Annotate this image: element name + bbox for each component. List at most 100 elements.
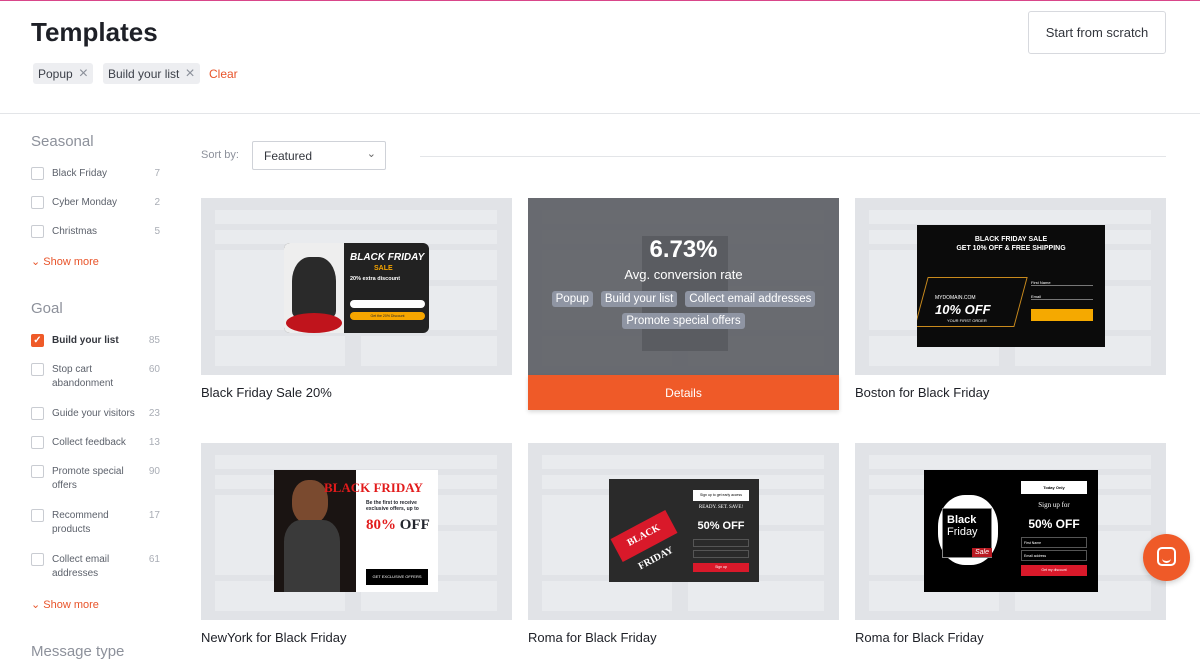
popup-text: Sign up to get early access	[693, 490, 749, 501]
popup-text: Be the first to receive exclusive offers…	[366, 500, 419, 512]
sort-select[interactable]: Featured ⌄	[252, 141, 386, 170]
filter-count: 2	[154, 197, 160, 208]
filter-promote-special-offers[interactable]: Promote special offers 90	[31, 465, 160, 493]
checkbox[interactable]	[31, 225, 44, 238]
filter-guide-your-visitors[interactable]: Guide your visitors 23	[31, 407, 160, 421]
template-thumbnail[interactable]: BLACK FRIDAY SALE 20% extra discount Get…	[201, 198, 512, 375]
chevron-down-icon: ⌄	[31, 256, 44, 268]
filter-count: 60	[148, 364, 160, 375]
filter-label: Cyber Monday	[52, 197, 118, 208]
popup-headline: BLACK FRIDAY	[324, 480, 423, 495]
template-thumbnail[interactable]: BLACK FRIDAY Be the first to receive exc…	[201, 443, 512, 620]
show-more-goal[interactable]: ⌄ Show more	[31, 598, 99, 611]
template-thumbnail[interactable]: BLACK FRIDAY Sign up to get early access…	[528, 443, 839, 620]
filter-count: 5	[154, 226, 160, 237]
filter-cyber-monday[interactable]: Cyber Monday 2	[31, 196, 160, 210]
popup-text: Black	[947, 514, 977, 526]
popup-cta: Sign up	[693, 563, 749, 572]
clear-filters-link[interactable]: Clear	[209, 67, 238, 81]
details-button[interactable]: Details	[528, 375, 839, 410]
filter-label: Guide your visitors	[52, 408, 135, 419]
template-title[interactable]: Boston for Black Friday	[855, 385, 989, 400]
chat-launcher-button[interactable]	[1143, 534, 1190, 581]
popup-preview: BLACK FRIDAY SALE GET 10% OFF & FREE SHI…	[917, 225, 1105, 347]
popup-domain: MYDOMAIN.COM	[935, 295, 976, 301]
filter-collect-feedback[interactable]: Collect feedback 13	[31, 436, 160, 450]
filter-label: Build your list	[52, 335, 119, 346]
filter-stop-cart-abandonment[interactable]: Stop cart abandonment 60	[31, 363, 160, 391]
filter-build-your-list[interactable]: ✓ Build your list 85	[31, 334, 160, 348]
filter-black-friday[interactable]: Black Friday 7	[31, 167, 160, 181]
sort-value: Featured	[264, 149, 313, 163]
skeleton-block	[215, 455, 497, 469]
template-title[interactable]: NewYork for Black Friday	[201, 630, 346, 645]
filter-count: 13	[148, 437, 160, 448]
filter-count: 90	[148, 466, 160, 477]
checkbox[interactable]	[31, 363, 44, 376]
chip-label: Build your list	[108, 66, 180, 81]
popup-preview: BLACK FRIDAY Be the first to receive exc…	[274, 470, 438, 592]
tag: Popup	[551, 291, 593, 307]
show-more-label: Show more	[43, 599, 99, 611]
sort-label: Sort by:	[201, 149, 239, 161]
filter-count: 23	[148, 408, 160, 419]
conversion-rate: 6.73%	[649, 236, 718, 263]
conversion-rate-label: Avg. conversion rate	[624, 267, 743, 282]
checkbox-checked[interactable]: ✓	[31, 334, 44, 347]
checkbox[interactable]	[31, 167, 44, 180]
template-hover-overlay[interactable]: 6.73% Avg. conversion rate Popup Build y…	[528, 198, 839, 375]
chevron-down-icon: ⌄	[31, 599, 44, 611]
filter-count: 85	[148, 335, 160, 346]
popup-offer: 50% OFF	[697, 520, 745, 532]
checkbox[interactable]	[31, 509, 44, 522]
popup-offer: 10% OFF	[935, 302, 991, 317]
filter-label: Stop cart abandonment	[52, 364, 114, 389]
checkbox[interactable]	[31, 407, 44, 420]
popup-subhead: Sign up for	[1038, 501, 1070, 509]
section-title-message-type: Message type	[31, 643, 125, 660]
filter-label: Christmas	[52, 226, 98, 237]
popup-subhead: READY. SET. SAVE!	[698, 505, 744, 510]
popup-text: Friday	[947, 526, 978, 538]
template-title[interactable]: Black Friday Sale 20%	[201, 385, 332, 400]
checkbox[interactable]	[31, 465, 44, 478]
tag: Promote special offers	[622, 313, 745, 329]
filter-chip-popup: Popup ×	[33, 63, 94, 84]
start-from-scratch-button[interactable]: Start from scratch	[1028, 11, 1166, 54]
filter-count: 17	[148, 510, 160, 521]
checkbox[interactable]	[31, 196, 44, 209]
template-thumbnail[interactable]: Black Friday Sale Today Only Sign up for…	[855, 443, 1166, 620]
popup-preview: BLACK FRIDAY Sign up to get early access…	[609, 479, 759, 582]
skeleton-block	[869, 210, 1151, 224]
skeleton-block	[215, 336, 345, 366]
popup-text: YOUR FIRST ORDER	[947, 318, 987, 323]
header-divider	[0, 113, 1200, 114]
filter-label: Promote special offers	[52, 466, 124, 491]
skeleton-block	[542, 455, 824, 469]
template-title[interactable]: Roma for Black Friday	[855, 630, 984, 645]
popup-tag: Sale	[972, 548, 993, 557]
popup-subhead: SALE	[374, 265, 393, 272]
close-icon[interactable]: ×	[79, 65, 88, 81]
close-icon[interactable]: ×	[185, 65, 194, 81]
divider	[420, 156, 1166, 157]
filter-label: Collect email addresses	[52, 554, 110, 579]
checkbox[interactable]	[31, 436, 44, 449]
tag: Build your list	[600, 291, 678, 307]
popup-cta: GET EXCLUSIVE OFFERS	[366, 569, 428, 585]
checkbox[interactable]	[31, 553, 44, 566]
filter-christmas[interactable]: Christmas 5	[31, 225, 160, 239]
popup-headline: BLACK FRIDAY	[350, 252, 425, 263]
skeleton-block	[869, 455, 1151, 469]
filter-label: Black Friday	[52, 168, 108, 179]
filter-collect-email-addresses[interactable]: Collect email addresses 61	[31, 553, 160, 581]
skeleton-block	[542, 581, 672, 611]
template-thumbnail[interactable]: BLACK FRIDAY SALE GET 10% OFF & FREE SHI…	[855, 198, 1166, 375]
popup-cta: Get my discount	[1021, 565, 1087, 576]
popup-offer: 80%	[366, 517, 396, 533]
popup-field: Email	[1031, 294, 1093, 300]
show-more-seasonal[interactable]: ⌄ Show more	[31, 255, 99, 268]
template-title[interactable]: Roma for Black Friday	[528, 630, 657, 645]
filter-recommend-products[interactable]: Recommend products 17	[31, 509, 160, 537]
skeleton-block	[361, 336, 497, 366]
